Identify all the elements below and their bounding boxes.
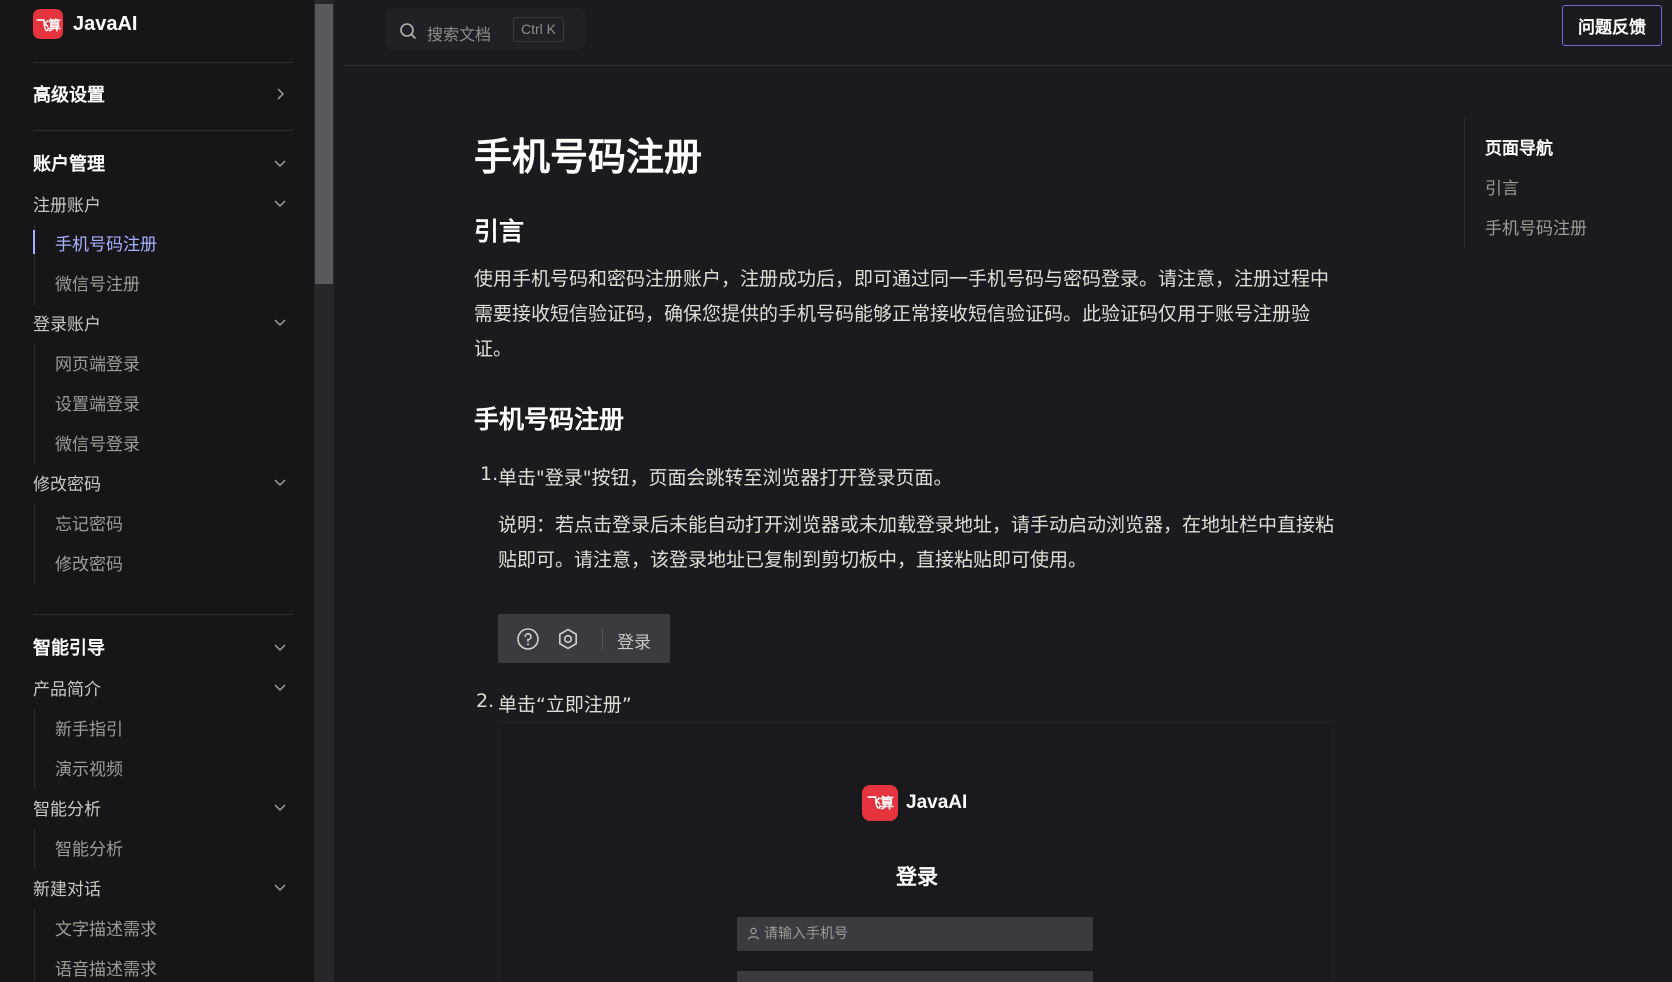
intro-heading: 引言 [474, 217, 525, 246]
chevron-down-icon [272, 639, 288, 655]
sidebar-group-product-intro[interactable]: 产品简介 [0, 669, 300, 705]
sidebar-group-label: 产品简介 [33, 679, 101, 700]
step-text: 单击“立即注册” [498, 694, 632, 716]
sidebar-item-web-login[interactable]: 网页端登录 [0, 344, 300, 380]
screenshot-phone-placeholder: 请输入手机号 [764, 926, 848, 942]
sidebar-item-label: 语音描述需求 [55, 959, 157, 980]
chevron-down-icon [272, 474, 288, 490]
page-outline: 页面导航 引言 手机号码注册 [1464, 118, 1672, 248]
sidebar-divider [33, 614, 293, 615]
sidebar-section-smart-guide[interactable]: 智能引导 [0, 629, 300, 665]
sidebar-item-wechat-login[interactable]: 微信号登录 [0, 424, 300, 460]
chevron-right-icon [272, 86, 288, 102]
sidebar-group-label: 登录账户 [33, 314, 101, 335]
sidebar-item-label: 网页端登录 [55, 354, 140, 375]
sidebar-group-label: 智能分析 [33, 799, 101, 820]
screenshot-brand: 飞算 JavaAI [862, 785, 967, 821]
toolbar-separator [602, 628, 603, 650]
outline-title: 页面导航 [1485, 139, 1553, 159]
doc-content: 手机号码注册 引言 使用手机号码和密码注册账户，注册成功后，即可通过同一手机号码… [474, 66, 1344, 982]
sidebar-item-label: 设置端登录 [55, 394, 140, 415]
sidebar-item-label: 文字描述需求 [55, 919, 157, 940]
sidebar-scrollbar-thumb[interactable] [315, 4, 333, 284]
screenshot-phone-field: 请输入手机号 [737, 917, 1093, 951]
screenshot-brand-name: JavaAI [906, 792, 968, 813]
chevron-down-icon [272, 314, 288, 330]
sidebar: 飞算 JavaAI 高级设置 账户管理 注册账户 手机号码注册 微信号注册 登录… [0, 0, 314, 982]
chevron-down-icon [272, 879, 288, 895]
sidebar-item-label: 忘记密码 [55, 514, 123, 535]
sidebar-item-forgot-password[interactable]: 忘记密码 [0, 504, 300, 540]
sidebar-section-label: 账户管理 [33, 154, 105, 175]
step-number: 1. [480, 463, 499, 485]
sidebar-group-login[interactable]: 登录账户 [0, 304, 300, 340]
brand-name: JavaAI [73, 12, 138, 35]
feedback-button[interactable]: 问题反馈 [1562, 5, 1662, 46]
sidebar-group-label: 新建对话 [33, 879, 101, 900]
sidebar-item-label: 手机号码注册 [55, 234, 157, 255]
outline-link-intro[interactable]: 引言 [1485, 174, 1519, 199]
sidebar-section-account-management[interactable]: 账户管理 [0, 145, 300, 181]
screenshot-logo: 飞算 [862, 785, 898, 821]
sidebar-section-label: 智能引导 [33, 638, 105, 659]
search-shortcut: Ctrl K [513, 17, 564, 42]
sidebar-item-label: 新手指引 [55, 719, 123, 740]
help-icon [517, 628, 539, 650]
sidebar-item-beginner-guide[interactable]: 新手指引 [0, 709, 300, 745]
step-text: 单击"登录"按钮，页面会跳转至浏览器打开登录页面。 [498, 467, 953, 489]
sidebar-item-text-requirement[interactable]: 文字描述需求 [0, 909, 300, 945]
sidebar-item-demo-video[interactable]: 演示视频 [0, 749, 300, 785]
sidebar-item-smart-analysis[interactable]: 智能分析 [0, 829, 300, 865]
step-number: 2. [476, 690, 495, 712]
chevron-down-icon [272, 155, 288, 171]
brand-logo: 飞算 [33, 9, 63, 39]
chevron-down-icon [272, 195, 288, 211]
settings-icon [559, 628, 577, 650]
sidebar-item-label: 智能分析 [55, 839, 123, 860]
intro-paragraph: 使用手机号码和密码注册账户，注册成功后，即可通过同一手机号码与密码登录。请注意，… [474, 268, 1330, 360]
page-title: 手机号码注册 [474, 135, 703, 179]
search-placeholder: 搜索文档 [427, 25, 492, 44]
sidebar-item-label: 微信号注册 [55, 274, 140, 295]
user-icon [747, 927, 760, 940]
sidebar-item-voice-requirement[interactable]: 语音描述需求 [0, 949, 300, 982]
sidebar-item-phone-register[interactable]: 手机号码注册 [0, 224, 300, 260]
sidebar-section-advanced-settings[interactable]: 高级设置 [0, 76, 300, 112]
sidebar-group-new-chat[interactable]: 新建对话 [0, 869, 300, 905]
chevron-down-icon [272, 799, 288, 815]
sidebar-group-label: 修改密码 [33, 474, 101, 495]
sidebar-group-label: 注册账户 [33, 195, 101, 216]
outline-link-phone-register[interactable]: 手机号码注册 [1485, 214, 1587, 239]
sidebar-item-label: 演示视频 [55, 759, 123, 780]
search-input[interactable]: 搜索文档 Ctrl K [385, 8, 585, 50]
chevron-down-icon [272, 679, 288, 695]
sidebar-section-label: 高级设置 [33, 85, 105, 106]
sidebar-item-settings-login[interactable]: 设置端登录 [0, 384, 300, 420]
sidebar-item-label: 微信号登录 [55, 434, 140, 455]
sidebar-divider [33, 62, 293, 63]
screenshot-login-title: 登录 [896, 865, 938, 889]
sidebar-item-wechat-register[interactable]: 微信号注册 [0, 264, 300, 300]
login-toolbar-example: 登录 [498, 614, 670, 663]
screenshot-second-field [737, 971, 1093, 982]
login-page-screenshot: 飞算 JavaAI 登录 请输入手机号 [498, 722, 1334, 982]
sidebar-divider [33, 130, 293, 131]
search-icon [400, 23, 416, 39]
login-button-example: 登录 [617, 633, 651, 653]
brand[interactable]: 飞算 JavaAI [33, 9, 138, 39]
sidebar-group-register[interactable]: 注册账户 [0, 185, 300, 221]
sidebar-content: 飞算 JavaAI 高级设置 账户管理 注册账户 手机号码注册 微信号注册 登录… [0, 0, 314, 982]
sidebar-group-change-password[interactable]: 修改密码 [0, 464, 300, 500]
sidebar-group-smart-analysis[interactable]: 智能分析 [0, 789, 300, 825]
section-heading: 手机号码注册 [474, 405, 625, 434]
step-note: 说明：若点击登录后未能自动打开浏览器或未加载登录地址，请手动启动浏览器，在地址栏… [498, 514, 1335, 571]
sidebar-item-change-password[interactable]: 修改密码 [0, 544, 300, 580]
sidebar-item-label: 修改密码 [55, 554, 123, 575]
